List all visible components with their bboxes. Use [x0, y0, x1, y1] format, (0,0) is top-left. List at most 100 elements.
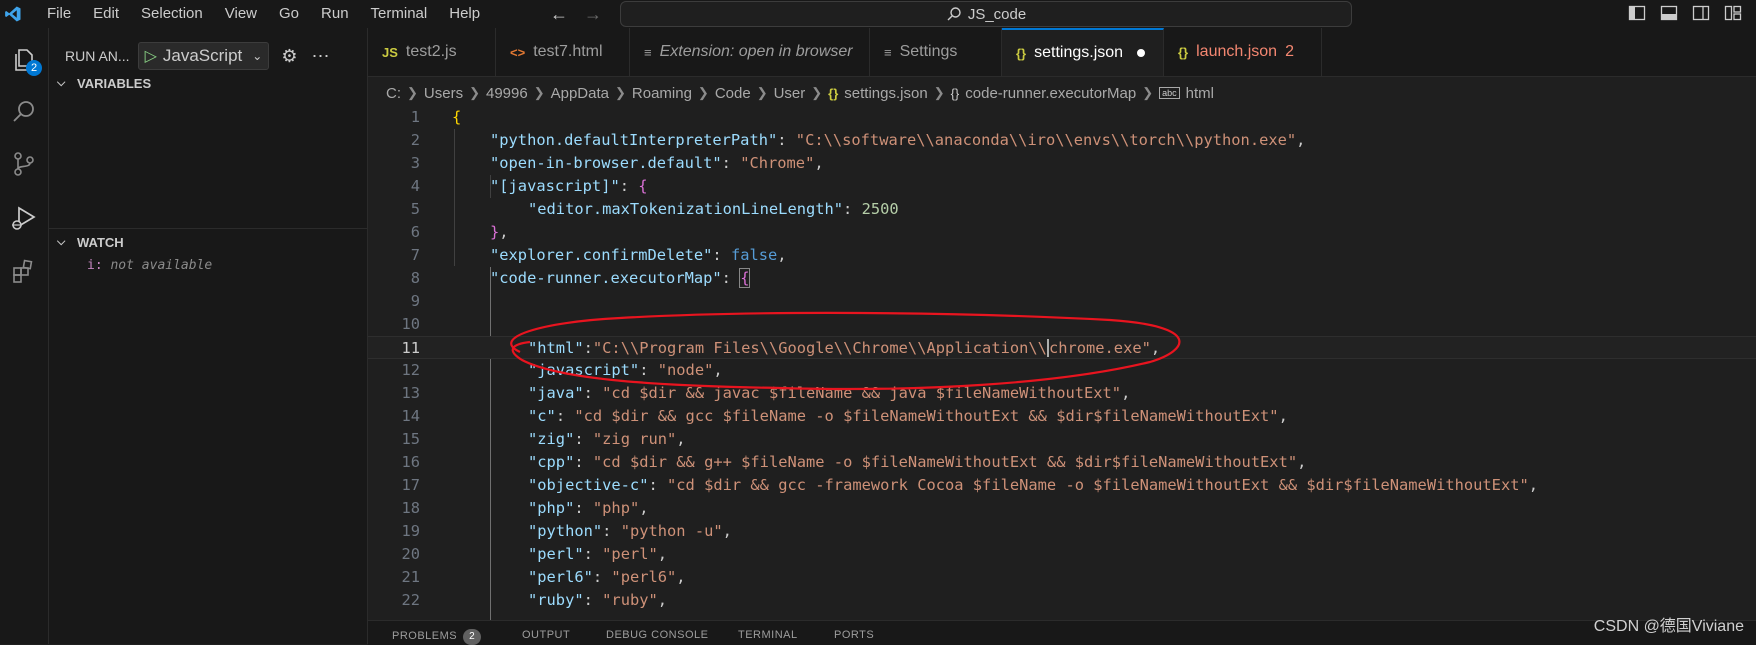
extensions-button[interactable]: [6, 254, 42, 290]
code-line: 5 "editor.maxTokenizationLineLength": 250…: [368, 198, 1756, 221]
line-number: 8: [410, 269, 420, 287]
chevron-right-icon: ❯: [697, 85, 709, 100]
toggle-primary-sidebar-icon[interactable]: [1628, 4, 1646, 22]
toggle-secondary-sidebar-icon[interactable]: [1692, 4, 1710, 22]
line-number: 17: [401, 476, 420, 494]
json-key: "perl": [528, 545, 584, 563]
watch-expression-row[interactable]: i: not available: [87, 258, 212, 273]
breadcrumb-item[interactable]: Code: [715, 85, 751, 102]
editor-tabs: JS test2.js <> test7.html ≡ Extension: o…: [368, 28, 1756, 77]
chevron-right-icon: ❯: [756, 85, 768, 100]
json-value: "C:\\software\\anaconda\\iro\\envs\\torc…: [795, 131, 1297, 149]
panel-tab-terminal[interactable]: TERMINAL: [738, 629, 798, 641]
run-debug-icon: [12, 206, 36, 230]
json-key: "cpp": [528, 453, 575, 471]
menu-selection[interactable]: Selection: [130, 0, 214, 28]
panel-tab-debug-console[interactable]: DEBUG CONSOLE: [606, 629, 708, 641]
json-value: "php": [592, 499, 640, 517]
json-value: "node": [657, 361, 714, 379]
chevron-down-icon: ⌵: [57, 235, 66, 248]
menu-go[interactable]: Go: [268, 0, 310, 28]
back-arrow-icon[interactable]: ←: [550, 4, 568, 25]
line-number: 16: [401, 453, 420, 471]
tab-settings-json[interactable]: {} settings.json: [1002, 28, 1164, 76]
json-value: 2500: [861, 200, 899, 218]
menu-view[interactable]: View: [214, 0, 268, 28]
vscode-logo-icon[interactable]: [4, 5, 22, 23]
chevron-right-icon: ❯: [407, 85, 418, 100]
line-number: 5: [410, 200, 420, 218]
json-key: "java": [528, 384, 584, 402]
json-key: "python.defaultInterpreterPath": [490, 131, 778, 149]
code-line: 19 "python": "python -u",: [368, 520, 1756, 543]
command-center-search[interactable]: JS_code: [620, 1, 1352, 27]
json-key: "explorer.confirmDelete": [490, 246, 713, 264]
code-line: 8 "code-runner.executorMap": {: [368, 267, 1756, 290]
watch-section-header[interactable]: ⌵ WATCH: [49, 229, 367, 255]
code-line: 4 "[javascript]": {: [368, 175, 1756, 198]
search-view-button[interactable]: [6, 94, 42, 130]
variables-section-header[interactable]: ⌵ VARIABLES: [49, 70, 367, 96]
menu-file[interactable]: File: [36, 0, 82, 28]
breadcrumb-item[interactable]: html: [1186, 85, 1214, 102]
json-value: "ruby": [602, 591, 658, 609]
code-line: 17 "objective-c": "cd $dir && gcc -framew…: [368, 474, 1756, 497]
code-line: 2 "python.defaultInterpreterPath": "C:\\s…: [368, 129, 1756, 152]
panel-tab-ports[interactable]: PORTS: [834, 629, 874, 641]
line-number: 6: [410, 223, 420, 241]
tab-test2-js[interactable]: JS test2.js: [368, 28, 496, 76]
object-symbol-icon: {}: [950, 85, 960, 101]
menu-help[interactable]: Help: [438, 0, 491, 28]
chevron-right-icon: ❯: [933, 85, 945, 100]
breadcrumb-item[interactable]: AppData: [551, 85, 609, 102]
menu-terminal[interactable]: Terminal: [360, 0, 439, 28]
breadcrumb-item[interactable]: code-runner.executorMap: [965, 85, 1136, 102]
source-control-button[interactable]: [6, 146, 42, 182]
search-icon: [947, 7, 961, 21]
json-key: "perl6": [528, 568, 593, 586]
chevron-right-icon: ❯: [614, 85, 626, 100]
watch-title: WATCH: [77, 234, 124, 250]
csdn-watermark: CSDN @德国Viviane: [1593, 618, 1744, 635]
breadcrumb-item[interactable]: settings.json: [844, 85, 927, 102]
forward-arrow-icon[interactable]: →: [584, 4, 602, 25]
json-key: "open-in-browser.default": [490, 154, 722, 172]
explorer-badge: 2: [26, 60, 42, 76]
breadcrumb-item[interactable]: Users: [424, 85, 463, 102]
run-and-debug-button[interactable]: [6, 200, 42, 236]
json-value: false: [730, 246, 778, 264]
code-editor[interactable]: 1{ 2 "python.defaultInterpreterPath": "C:…: [368, 106, 1756, 620]
json-value: "python -u": [620, 522, 723, 540]
breadcrumb-item[interactable]: C:: [386, 85, 401, 102]
panel-tab-problems[interactable]: PROBLEMS 2: [392, 629, 482, 645]
breadcrumb-item[interactable]: Roaming: [632, 85, 692, 102]
line-number: 15: [401, 430, 420, 448]
start-debugging-play-icon[interactable]: ▷: [145, 46, 157, 66]
gear-icon[interactable]: ⚙: [281, 46, 297, 67]
tab-label: test2.js: [405, 43, 457, 60]
breadcrumb-item[interactable]: 49996: [486, 85, 528, 102]
json-key: "python": [528, 522, 603, 540]
json-key: "[javascript]": [490, 177, 620, 195]
menu-run[interactable]: Run: [310, 0, 360, 28]
run-debug-sidebar: RUN AN... ▷ JavaScript ⌄ ⚙ ⋯ ⌵ VARIABLES…: [49, 28, 368, 644]
customize-layout-icon[interactable]: [1724, 4, 1742, 22]
menu-edit[interactable]: Edit: [82, 0, 130, 28]
tab-settings[interactable]: ≡ Settings: [870, 28, 1002, 76]
tab-launch-json[interactable]: {} launch.json 2: [1164, 28, 1322, 76]
unsaved-dot-icon[interactable]: [1137, 49, 1146, 57]
variables-title: VARIABLES: [77, 75, 152, 91]
tab-test7-html[interactable]: <> test7.html: [496, 28, 630, 76]
code-line: 10: [368, 313, 1756, 336]
panel-tab-output[interactable]: OUTPUT: [522, 629, 570, 641]
tab-extension-open-in-browser[interactable]: ≡ Extension: open in browser: [630, 28, 870, 76]
json-file-icon: {}: [1178, 44, 1189, 60]
launch-config-dropdown[interactable]: ▷ JavaScript ⌄: [137, 42, 270, 70]
json-key: "code-runner.executorMap": [490, 269, 722, 287]
toggle-panel-icon[interactable]: [1660, 4, 1678, 22]
explorer-button[interactable]: 2: [6, 42, 42, 78]
json-value: "C:\\Program Files\\Google\\Chrome\\Appl…: [592, 339, 1047, 357]
more-actions-icon[interactable]: ⋯: [311, 46, 329, 67]
breadcrumb-item[interactable]: User: [774, 85, 806, 102]
line-number: 13: [401, 384, 420, 402]
